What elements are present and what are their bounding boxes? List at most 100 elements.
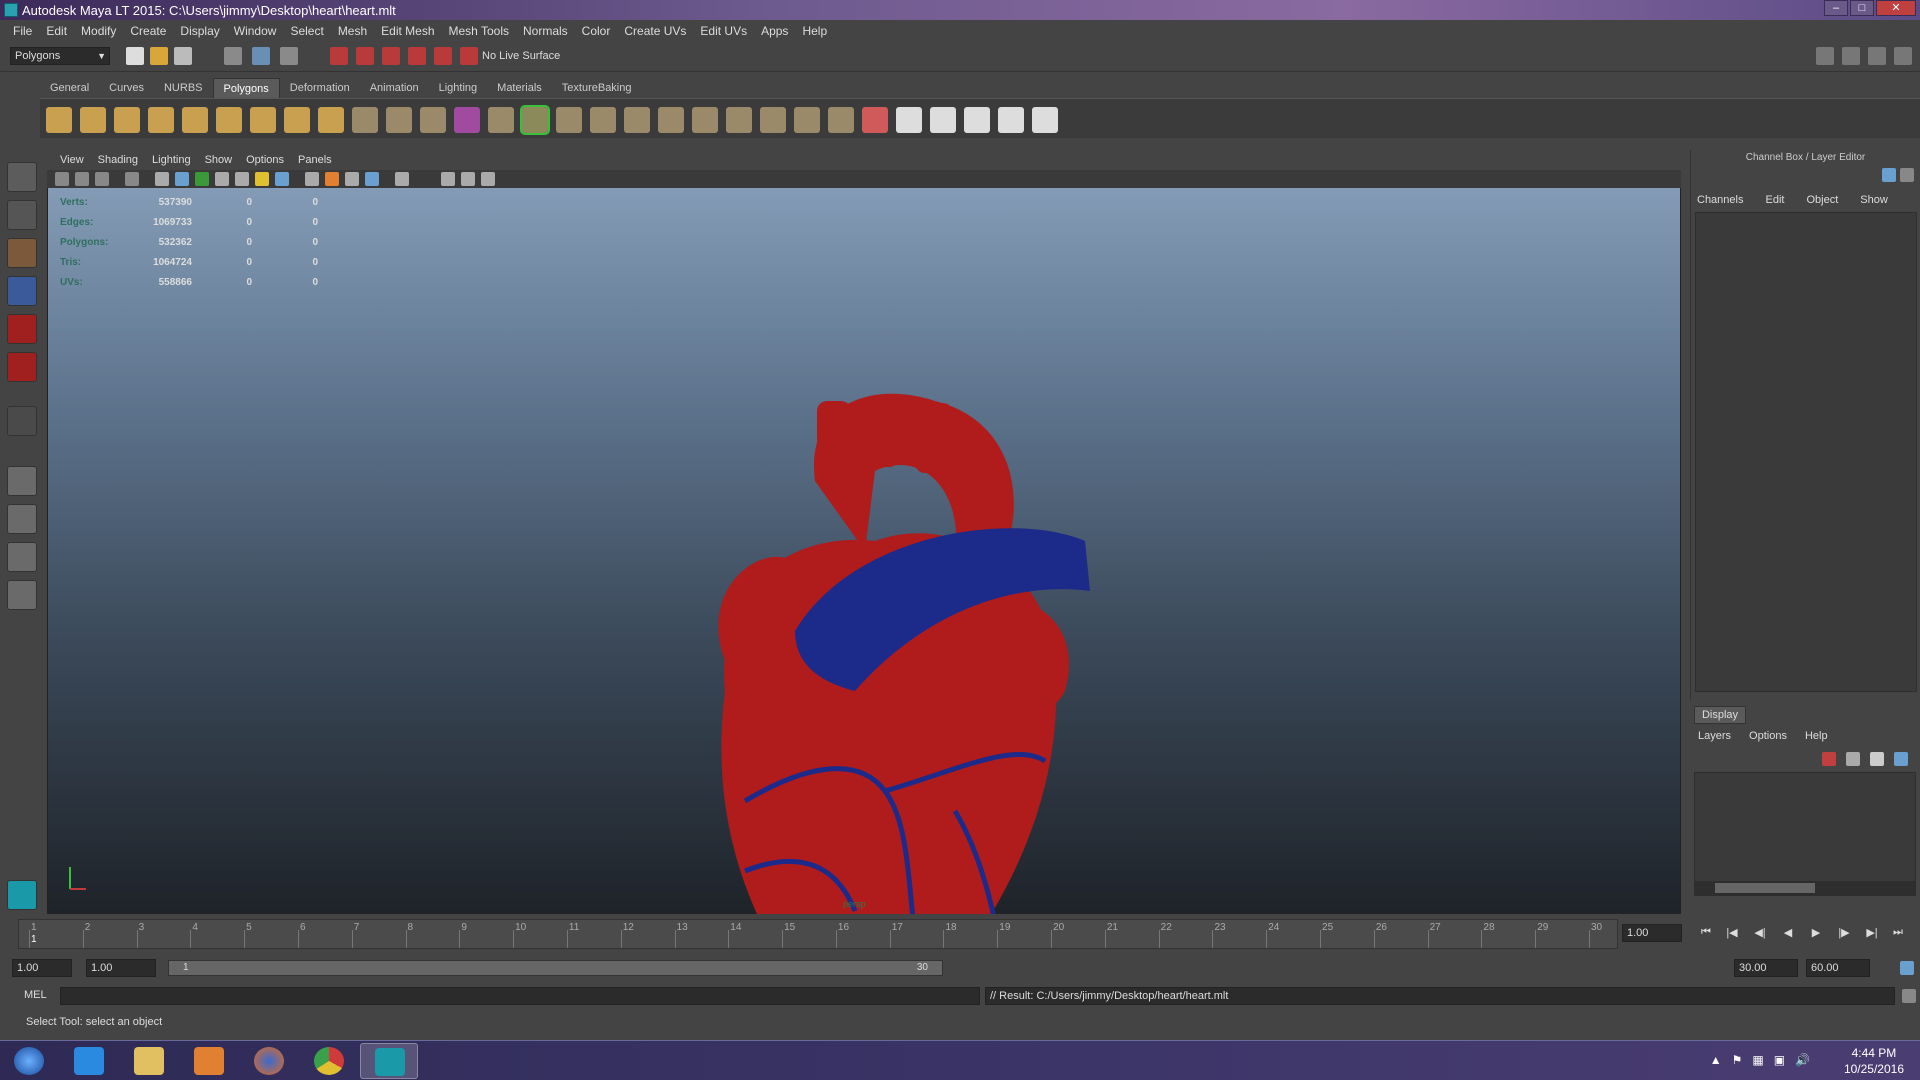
close-button[interactable]: ✕ [1876,0,1916,16]
action-center-icon[interactable]: ▣ [1774,1053,1785,1067]
move-tool-icon[interactable] [7,276,37,306]
automatic-mapping-icon[interactable] [998,107,1024,133]
smooth-shade-icon[interactable] [175,172,189,186]
cylindrical-mapping-icon[interactable] [930,107,956,133]
menu-edit[interactable]: Edit [39,24,74,38]
channel-box-toggle-icon[interactable] [1882,168,1896,182]
camera-select-icon[interactable] [55,172,69,186]
step-forward-frame-icon[interactable]: |▶ [1836,926,1852,940]
move-layer-up-icon[interactable] [1822,752,1836,766]
menu-create[interactable]: Create [123,24,173,38]
scrollbar-thumb[interactable] [1715,883,1815,893]
shelf-tab-deformation[interactable]: Deformation [280,78,360,98]
command-input[interactable] [60,987,980,1005]
poly-cone-icon[interactable] [148,107,174,133]
poly-pyramid-icon[interactable] [250,107,276,133]
channel-show-menu[interactable]: Show [1860,194,1888,206]
viewport-menu-view[interactable]: View [53,154,91,166]
play-forwards-icon[interactable]: ▶ [1808,926,1824,940]
separate-icon[interactable] [386,107,412,133]
anti-aliasing-icon[interactable] [325,172,339,186]
maya-logo-icon[interactable] [7,880,37,910]
play-backwards-icon[interactable]: ◀ [1780,926,1796,940]
toggle-tool-settings-icon[interactable] [1842,47,1860,65]
menu-normals[interactable]: Normals [516,24,575,38]
move-layer-down-icon[interactable] [1846,752,1860,766]
toggle-attribute-editor-icon[interactable] [1816,47,1834,65]
extract-icon[interactable] [420,107,446,133]
shelf-tab-polygons[interactable]: Polygons [212,78,280,98]
layer-options-menu[interactable]: Options [1749,730,1787,742]
poly-pipe-icon[interactable] [284,107,310,133]
shelf-tab-nurbs[interactable]: NURBS [154,78,213,98]
menu-apps[interactable]: Apps [754,24,795,38]
show-hidden-icons-icon[interactable]: ▲ [1710,1053,1722,1067]
playback-start-field[interactable]: 1.00 [86,959,156,977]
scale-tool-icon[interactable] [7,352,37,382]
single-pane-layout-icon[interactable] [7,466,37,496]
script-editor-icon[interactable] [1902,989,1916,1003]
select-hierarchy-icon[interactable] [224,47,242,65]
animation-end-field[interactable]: 60.00 [1806,959,1870,977]
append-polygon-icon[interactable] [624,107,650,133]
snap-grid-icon[interactable] [330,47,348,65]
step-back-key-icon[interactable]: |◀ [1724,926,1740,940]
smooth-proxy-icon[interactable] [520,105,550,135]
sculpt-icon[interactable] [862,107,888,133]
layer-list[interactable] [1694,772,1916,896]
channel-object-menu[interactable]: Object [1806,194,1838,206]
save-scene-icon[interactable] [174,47,192,65]
menu-file[interactable]: File [6,24,39,38]
step-forward-key-icon[interactable]: ▶| [1864,926,1880,940]
grid-icon[interactable] [125,172,139,186]
playback-end-field[interactable]: 30.00 [1734,959,1798,977]
depth-of-field-icon[interactable] [345,172,359,186]
animation-start-field[interactable]: 1.00 [12,959,72,977]
make-live-icon[interactable] [460,47,478,65]
bevel-icon[interactable] [760,107,786,133]
menu-select[interactable]: Select [283,24,330,38]
motion-blur-icon[interactable] [305,172,319,186]
last-tool-icon[interactable] [7,406,37,436]
go-to-end-icon[interactable]: ⏭ [1890,926,1906,940]
poly-torus-icon[interactable] [216,107,242,133]
select-tool-icon[interactable] [7,162,37,192]
layers-menu[interactable]: Layers [1698,730,1731,742]
taskbar-ie[interactable] [60,1043,118,1079]
range-bar[interactable]: 1 30 [168,960,943,976]
start-button[interactable] [0,1043,58,1079]
snap-curve-icon[interactable] [356,47,374,65]
share-icon[interactable] [481,172,495,186]
poly-soccer-ball-icon[interactable] [318,107,344,133]
select-object-icon[interactable] [252,47,270,65]
paint-select-tool-icon[interactable] [7,238,37,268]
wedge-icon[interactable] [828,107,854,133]
poly-cylinder-icon[interactable] [114,107,140,133]
taskbar-clock[interactable]: 4:44 PM 10/25/2016 [1844,1045,1904,1077]
viewport-menu-panels[interactable]: Panels [291,154,339,166]
shadows-icon[interactable] [255,172,269,186]
shelf-tab-lighting[interactable]: Lighting [429,78,488,98]
taskbar-media-player[interactable] [180,1043,238,1079]
isolate-select-icon[interactable] [365,172,379,186]
layer-scrollbar[interactable] [1695,881,1915,895]
shelf-tab-general[interactable]: General [40,78,99,98]
toggle-outliner-icon[interactable] [1894,47,1912,65]
network-icon[interactable]: ▦ [1752,1053,1763,1067]
shelf-tab-texturebaking[interactable]: TextureBaking [552,78,642,98]
taskbar-firefox[interactable] [240,1043,298,1079]
planar-mapping-icon[interactable] [896,107,922,133]
offset-edge-loop-icon[interactable] [726,107,752,133]
xray-icon[interactable] [395,172,409,186]
taskbar-maya[interactable] [360,1043,418,1079]
menu-mesh-tools[interactable]: Mesh Tools [442,24,516,38]
spherical-mapping-icon[interactable] [964,107,990,133]
viewport-menu-lighting[interactable]: Lighting [145,154,198,166]
step-back-frame-icon[interactable]: ◀| [1752,926,1768,940]
wireframe-on-shaded-icon[interactable] [195,172,209,186]
volume-icon[interactable]: 🔊 [1795,1053,1810,1067]
shelf-tab-materials[interactable]: Materials [487,78,552,98]
new-empty-layer-icon[interactable] [1870,752,1884,766]
viewport-menu-show[interactable]: Show [198,154,240,166]
poly-sphere-icon[interactable] [46,107,72,133]
